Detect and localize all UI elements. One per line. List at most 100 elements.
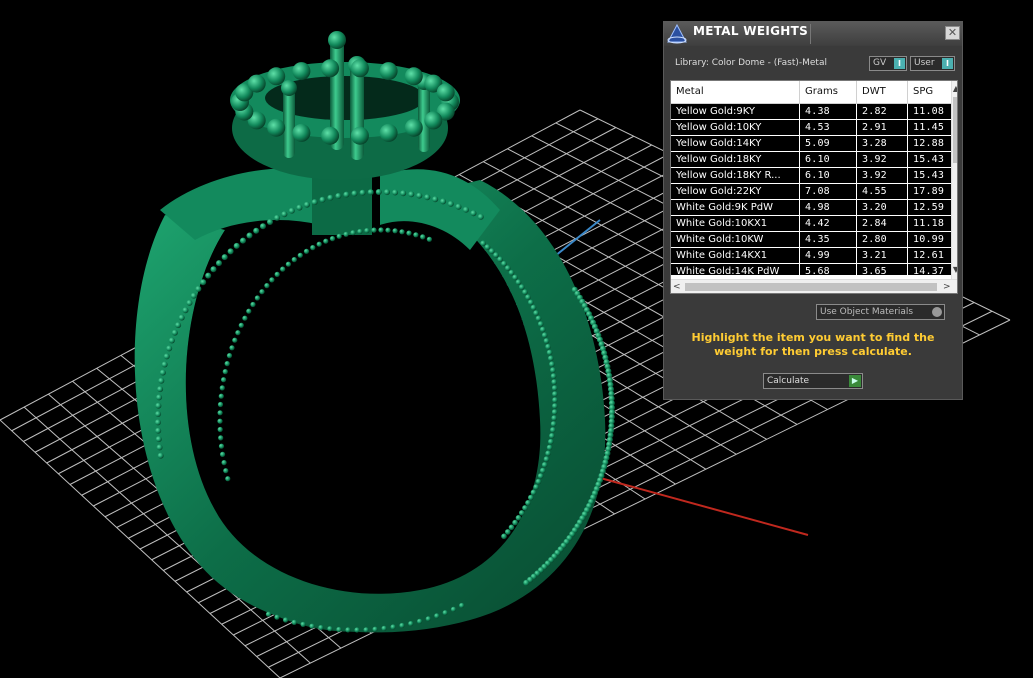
table-row[interactable]: Yellow Gold:14KY 5.09 3.28 12.88 [671,136,951,152]
milgrain-bead [399,229,405,235]
metal-cell: Yellow Gold:10KY [671,120,800,135]
table-row[interactable]: Yellow Gold:22KY 7.08 4.55 17.89 [671,184,951,200]
metal-cell: Yellow Gold:18KY [671,152,800,167]
gv-toggle[interactable]: GV I [869,56,907,71]
milgrain-bead [226,353,233,359]
column-header-grams[interactable]: Grams [800,81,857,103]
milgrain-bead [400,190,407,197]
milgrain-bead [218,393,224,399]
milgrain-bead [264,283,270,289]
table-row[interactable]: Yellow Gold:10KY 4.53 2.91 11.45 [671,120,951,136]
milgrain-bead [221,254,228,261]
milgrain-bead [190,292,197,299]
milgrain-bead [550,373,557,379]
scroll-up-icon[interactable]: ▲ [952,84,957,94]
milgrain-bead [417,618,423,624]
spg-cell: 11.08 [908,104,951,119]
dwt-cell: 2.82 [857,104,908,119]
metal-cell: White Gold:10KW [671,232,800,247]
metal-cell: White Gold:9K PdW [671,200,800,215]
milgrain-bead [217,410,223,416]
table-row[interactable]: Yellow Gold:9KY 4.38 2.82 11.08 [671,104,951,120]
scroll-right-icon[interactable]: > [943,280,953,293]
milgrain-bead [375,189,382,195]
table-row[interactable]: Yellow Gold:18KY 6.10 3.92 15.43 [671,152,951,168]
milgrain-bead [508,524,515,531]
milgrain-bead [424,194,431,201]
column-header-metal[interactable]: Metal [671,81,800,103]
milgrain-bead [523,579,530,586]
user-toggle[interactable]: User I [910,56,955,71]
milgrain-bead [545,450,551,457]
milgrain-bead [489,248,495,254]
column-header-dwt[interactable]: DWT [857,81,908,103]
milgrain-bead [217,418,223,424]
milgrain-bead [246,308,252,314]
milgrain-bead [537,321,544,327]
table-row[interactable]: White Gold:10KW 4.35 2.80 10.99 [671,232,951,248]
calculate-button[interactable]: Calculate ▶ [763,373,863,389]
milgrain-bead [550,427,556,433]
scroll-down-icon[interactable]: ▼ [952,265,957,275]
milgrain-bead [291,257,297,263]
spg-cell: 11.18 [908,216,951,231]
milgrain-bead [533,310,539,316]
milgrain-bead [367,189,374,196]
halo-bead [404,67,423,86]
table-row[interactable]: White Gold:10KX1 4.42 2.84 11.18 [671,216,951,232]
halo-bead [350,59,369,78]
milgrain-bead [426,236,432,242]
milgrain-bead [200,279,207,286]
milgrain-bead [525,294,531,301]
milgrain-bead [519,510,525,516]
metal-table[interactable]: Metal Grams DWT SPG Yellow Gold:9KY 4.38 2… [670,80,958,294]
milgrain-bead [219,385,225,391]
milgrain-bead [242,315,248,321]
milgrain-bead [186,299,193,306]
spg-cell: 10.99 [908,232,951,247]
milgrain-bead [447,200,454,207]
milgrain-bead [480,240,486,247]
panel-titlebar[interactable]: METAL WEIGHTS ✕ [664,22,962,46]
milgrain-bead [530,304,537,311]
table-row[interactable]: Yellow Gold:18KY R... 6.10 3.92 15.43 [671,168,951,184]
spg-cell: 17.89 [908,184,951,199]
milgrain-bead [288,207,295,214]
spg-cell: 15.43 [908,152,951,167]
table-row[interactable]: White Gold:14K PdW 5.68 3.65 14.37 [671,264,951,275]
milgrain-bead [548,355,554,362]
milgrain-bead [528,494,534,501]
spg-cell: 12.61 [908,248,951,263]
grams-cell: 6.10 [800,152,857,167]
halo-bead [424,111,443,130]
dwt-cell: 3.20 [857,200,908,215]
milgrain-bead [280,266,286,272]
scroll-left-icon[interactable]: < [673,280,683,293]
milgrain-bead [240,237,246,244]
milgrain-bead [552,403,558,409]
milgrain-bead [535,478,542,485]
milgrain-bead [406,230,412,236]
milgrain-bead [310,245,316,251]
milgrain-bead [171,329,178,336]
ring-model[interactable] [122,31,615,657]
milgrain-bead [392,189,399,196]
table-row[interactable]: White Gold:14KX1 4.99 3.21 12.61 [671,248,951,264]
milgrain-bead [283,617,289,623]
milgrain-bead [551,379,557,385]
milgrain-bead [550,367,556,373]
halo-bead [379,62,398,81]
table-row[interactable]: White Gold:9K PdW 4.98 3.20 12.59 [671,200,951,216]
grams-cell: 5.09 [800,136,857,151]
horizontal-scrollbar[interactable]: < > [671,279,957,293]
horizontal-scroll-thumb[interactable] [685,283,937,291]
milgrain-bead [408,191,415,198]
milgrain-bead [515,515,522,521]
milgrain-bead [233,242,240,249]
milgrain-bead [378,227,384,233]
vertical-scroll-thumb[interactable] [953,97,957,163]
use-object-materials-button[interactable]: Use Object Materials [816,304,945,320]
close-button[interactable]: ✕ [945,26,960,40]
vertical-scrollbar[interactable]: ▲ ▼ [951,81,957,279]
milgrain-bead [440,198,447,205]
